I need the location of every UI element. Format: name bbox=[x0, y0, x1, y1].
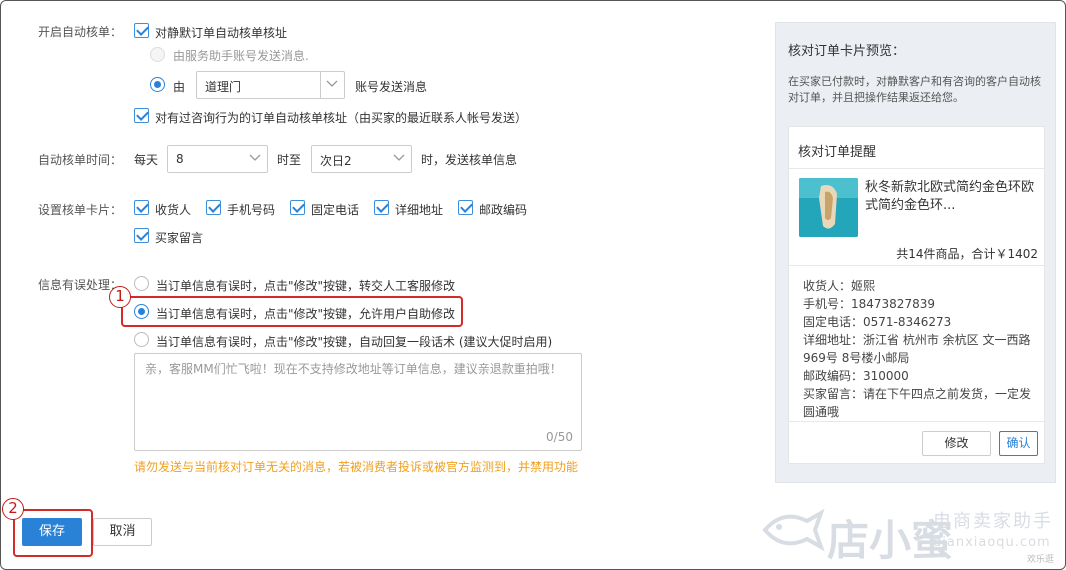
preview-title: 核对订单卡片预览： bbox=[788, 44, 906, 59]
field-message-label: 买家留言 bbox=[155, 231, 204, 245]
warning-text: 请勿发送与当前核对订单无关的消息，若被消费者投诉或被官方监测到，并禁用功能 bbox=[134, 460, 579, 474]
detail-receiver: 收货人：姬熙 bbox=[803, 279, 876, 293]
error-handling-label: 信息有误处理： bbox=[38, 278, 123, 292]
field-address-checkbox[interactable] bbox=[374, 200, 389, 215]
time-suffix-label: 时，发送核单信息 bbox=[421, 153, 518, 167]
auto-reply-textarea[interactable]: 亲，客服MM们忙飞啦！现在不支持修改地址等订单信息，建议亲退款重拍哦！ 0/50 bbox=[134, 353, 582, 451]
chevron-down-icon bbox=[393, 154, 405, 161]
inquiry-order-checkbox[interactable] bbox=[134, 108, 149, 123]
chevron-down-icon bbox=[326, 80, 338, 87]
error-option-transfer-radio[interactable] bbox=[134, 276, 149, 291]
annotation-number-1: 1 bbox=[109, 286, 131, 308]
silent-order-label: 对静默订单自动核单核址 bbox=[155, 26, 288, 40]
card-fields-label: 设置核单卡片： bbox=[38, 203, 123, 217]
detail-phone: 固定电话：0571-8346273 bbox=[803, 315, 952, 329]
watermark-domain: dianxiaoqu.com bbox=[933, 535, 1051, 550]
error-option-transfer-label: 当订单信息有误时，点击"修改"按键，转交人工客服修改 bbox=[156, 279, 456, 293]
error-option-self-edit-label: 当订单信息有误时，点击"修改"按键，允许用户自助修改 bbox=[156, 307, 456, 321]
field-mobile-label: 手机号码 bbox=[227, 203, 276, 217]
account-suffix-label: 账号发送消息 bbox=[355, 80, 428, 94]
fish-logo-icon bbox=[762, 508, 825, 552]
via-prefix-label: 由 bbox=[173, 80, 186, 94]
via-service-label: 由服务助手账号发送消息. bbox=[173, 49, 309, 63]
time-from-value: 8 bbox=[176, 152, 184, 166]
detail-mobile: 手机号：18473827839 bbox=[803, 297, 935, 311]
field-message-checkbox[interactable] bbox=[134, 228, 149, 243]
account-select-toggle[interactable] bbox=[320, 72, 344, 98]
time-label: 自动核单时间： bbox=[38, 153, 123, 167]
card-divider bbox=[789, 421, 1044, 422]
account-select[interactable]: 道理门 bbox=[196, 71, 345, 99]
error-option-auto-reply-label: 当订单信息有误时，点击"修改"按键，自动回复一段话术 (建议大促时启用) bbox=[156, 335, 553, 349]
auto-reply-counter: 0/50 bbox=[546, 430, 573, 444]
product-image-icon bbox=[799, 178, 858, 237]
time-from-select[interactable]: 8 bbox=[167, 145, 268, 173]
via-service-radio[interactable] bbox=[150, 47, 165, 62]
field-phone-checkbox[interactable] bbox=[290, 200, 305, 215]
time-to-label: 时至 bbox=[277, 153, 302, 167]
field-receiver-label: 收货人 bbox=[155, 203, 192, 217]
preview-confirm-button[interactable]: 确认 bbox=[999, 431, 1038, 456]
watermark: 店小蜜 电商卖家助手 dianxiaoqu.com 欢乐逛 bbox=[761, 501, 1061, 567]
cancel-button[interactable]: 取消 bbox=[93, 518, 152, 546]
chevron-down-icon bbox=[249, 154, 261, 161]
preview-panel: 核对订单卡片预览： 在买家已付款时，对静默客户和有咨询的客户自动核对订单，并且把… bbox=[775, 22, 1056, 483]
order-summary: 共14件商品，合计￥1402 bbox=[896, 247, 1038, 261]
preview-description: 在买家已付款时，对静默客户和有咨询的客户自动核对订单，并且把操作结果返还给您。 bbox=[788, 75, 1041, 104]
detail-message: 买家留言：请在下午四点之前发货，一定发圆通哦 bbox=[803, 387, 1032, 419]
settings-window: 开启自动核单： 对静默订单自动核单核址 由服务助手账号发送消息. 由 道理门 账… bbox=[0, 0, 1066, 570]
field-zip-label: 邮政编码 bbox=[479, 203, 528, 217]
field-mobile-checkbox[interactable] bbox=[206, 200, 221, 215]
error-option-auto-reply-radio[interactable] bbox=[134, 332, 149, 347]
order-check-card: 核对订单提醒 秋冬新款北欧式简约金色环欧式简约金色环... 共14件商品，合计￥… bbox=[788, 126, 1045, 464]
product-name: 秋冬新款北欧式简约金色环欧式简约金色环... bbox=[865, 180, 1035, 213]
account-select-value: 道理门 bbox=[205, 80, 242, 94]
order-details: 收货人：姬熙 手机号：18473827839 固定电话：0571-8346273… bbox=[803, 277, 1035, 421]
field-receiver-checkbox[interactable] bbox=[134, 200, 149, 215]
card-divider bbox=[789, 168, 1044, 169]
save-button[interactable]: 保存 bbox=[22, 518, 82, 546]
detail-address: 详细地址：浙江省 杭州市 余杭区 文一西路969号 8号楼小邮局 bbox=[803, 333, 1031, 365]
daily-label: 每天 bbox=[134, 153, 159, 167]
card-divider bbox=[789, 265, 1044, 266]
field-zip-checkbox[interactable] bbox=[458, 200, 473, 215]
product-thumbnail bbox=[799, 178, 858, 237]
auto-reply-placeholder: 亲，客服MM们忙飞啦！现在不支持修改地址等订单信息，建议亲退款重拍哦！ bbox=[145, 362, 562, 376]
field-phone-label: 固定电话 bbox=[311, 203, 360, 217]
silent-order-checkbox[interactable] bbox=[134, 23, 149, 38]
watermark-tagline: 电商卖家助手 bbox=[933, 511, 1053, 532]
inquiry-order-label: 对有过咨询行为的订单自动核单核址（由买家的最近联系人帐号发送） bbox=[155, 111, 528, 125]
time-to-value: 次日2 bbox=[320, 154, 352, 168]
watermark-credit: 欢乐逛 bbox=[1027, 555, 1055, 565]
auto-check-label: 开启自动核单： bbox=[38, 25, 123, 39]
detail-zip: 邮政编码：310000 bbox=[803, 369, 909, 383]
card-title: 核对订单提醒 bbox=[798, 145, 877, 160]
time-to-select[interactable]: 次日2 bbox=[311, 145, 412, 173]
annotation-number-2: 2 bbox=[2, 498, 24, 520]
preview-modify-button[interactable]: 修改 bbox=[922, 431, 991, 456]
via-account-radio[interactable] bbox=[150, 77, 165, 92]
error-option-self-edit-radio[interactable] bbox=[134, 304, 149, 319]
field-address-label: 详细地址 bbox=[395, 203, 444, 217]
